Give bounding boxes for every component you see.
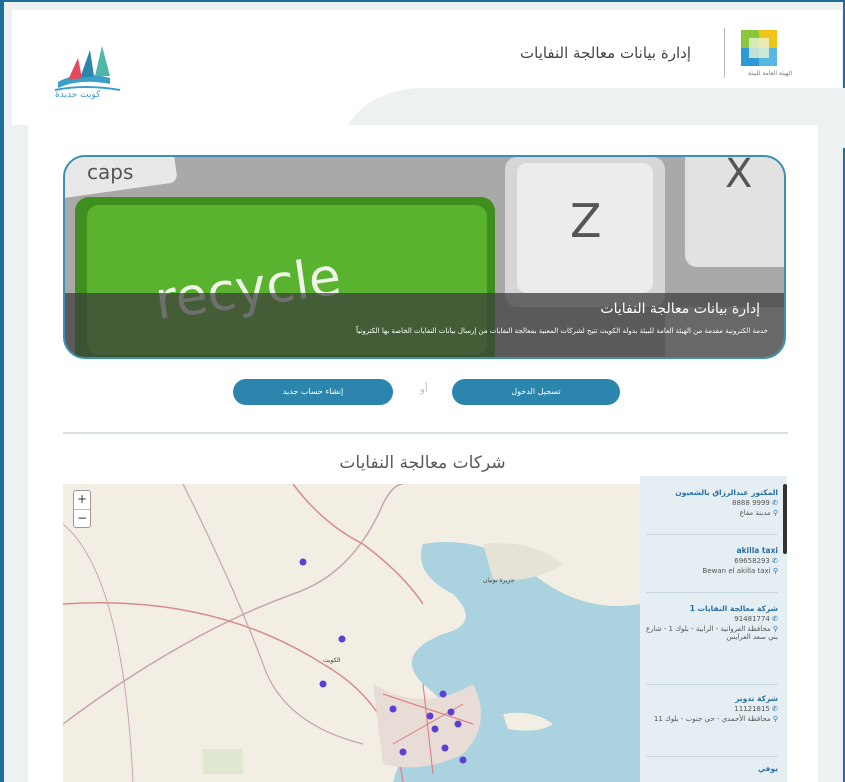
list-item[interactable]: شركة معالجة النفايات 1 ✆ 91481774 ⚲ محاف… (644, 604, 778, 641)
map-canvas[interactable]: جزيرة بوبيان الكويت (63, 484, 640, 782)
key-caps-text: caps (87, 160, 133, 184)
banner-caption: إدارة بيانات معالجة النفايات خدمة الكترو… (65, 293, 784, 357)
hero-banner: caps recycle Z X إدارة بيانات معالجة الن… (63, 155, 786, 359)
companies-map[interactable]: جزيرة بوبيان الكويت + − (63, 484, 640, 782)
list-item[interactable]: akilla taxi ✆ 69658293 ⚲ Bewan el akilla… (644, 546, 778, 575)
location-icon: ⚲ (772, 715, 778, 723)
map-marker[interactable] (399, 748, 407, 756)
map-marker[interactable] (454, 720, 462, 728)
banner-title: إدارة بيانات معالجة النفايات (600, 301, 760, 317)
map-place-label: الكويت (323, 657, 341, 664)
list-item[interactable]: يوفي (644, 764, 778, 773)
key-x-text: X (725, 157, 752, 197)
zoom-out-button[interactable]: − (74, 510, 90, 528)
map-marker[interactable] (319, 680, 327, 688)
phone-icon: ✆ (772, 557, 778, 565)
company-name[interactable]: شركة تدوير (644, 694, 778, 703)
map-place-label: جزيرة بوبيان (483, 577, 515, 584)
company-name[interactable]: شركة معالجة النفايات 1 (644, 604, 778, 613)
company-location: محافظة الأحمدي - حي جنوب - بلوك 11 (653, 715, 771, 723)
map-zoom-control: + − (73, 490, 91, 528)
list-divider (646, 756, 778, 757)
location-icon: ⚲ (772, 625, 778, 633)
company-location: محافظة الفروانية - الرابية - بلوك 1 - شا… (646, 625, 778, 641)
banner-description: خدمة الكترونية مقدمة من الهيئة العامة لل… (356, 327, 768, 335)
location-icon: ⚲ (772, 567, 778, 575)
list-divider (646, 592, 778, 593)
phone-icon: ✆ (772, 615, 778, 623)
key-z-text: Z (570, 194, 602, 248)
zoom-in-button[interactable]: + (74, 491, 90, 510)
company-location: مدينة مقاع (739, 509, 771, 517)
company-name[interactable]: المكتور عبدالرزاق بالشعيون (644, 488, 778, 497)
map-marker[interactable] (459, 756, 467, 764)
section-divider (63, 432, 788, 434)
company-phone: 91481774 (734, 615, 770, 623)
map-marker[interactable] (439, 690, 447, 698)
location-icon: ⚲ (772, 509, 778, 517)
phone-icon: ✆ (772, 499, 778, 507)
page-header (12, 10, 845, 148)
kuwait-caption: كويت جديدة (55, 90, 101, 100)
header-separator (724, 28, 725, 78)
section-title: شركات معالجة النفايات (339, 453, 506, 473)
or-separator: أو (420, 384, 428, 395)
list-scrollbar[interactable] (783, 484, 787, 554)
map-marker[interactable] (431, 725, 439, 733)
register-button[interactable]: إنشاء حساب جديد (233, 379, 393, 405)
map-marker[interactable] (299, 558, 307, 566)
company-name[interactable]: يوفي (644, 764, 778, 773)
login-button[interactable]: تسجيل الدخول (452, 379, 620, 405)
phone-icon: ✆ (772, 705, 778, 713)
list-divider (646, 684, 778, 685)
company-name[interactable]: akilla taxi (644, 546, 779, 555)
map-marker[interactable] (441, 744, 449, 752)
page-title: إدارة بيانات معالجة النفايات (520, 44, 691, 62)
list-item[interactable]: شركة تدوير ✆ 11121815 ⚲ محافظة الأحمدي -… (644, 694, 778, 723)
list-item[interactable]: المكتور عبدالرزاق بالشعيون ✆ 9999 8888 ⚲… (644, 488, 778, 517)
company-location: Bewan el akilla taxi (702, 567, 771, 575)
org-caption: الهيئة العامة للبيئة (747, 70, 793, 77)
map-marker[interactable] (447, 708, 455, 716)
list-divider (646, 534, 778, 535)
map-marker[interactable] (338, 635, 346, 643)
map-marker[interactable] (389, 705, 397, 713)
company-phone: 11121815 (734, 705, 770, 713)
company-phone: 69658293 (734, 557, 770, 565)
map-marker[interactable] (426, 712, 434, 720)
company-phone: 9999 8888 (732, 499, 770, 507)
companies-list[interactable]: المكتور عبدالرزاق بالشعيون ✆ 9999 8888 ⚲… (640, 476, 787, 782)
